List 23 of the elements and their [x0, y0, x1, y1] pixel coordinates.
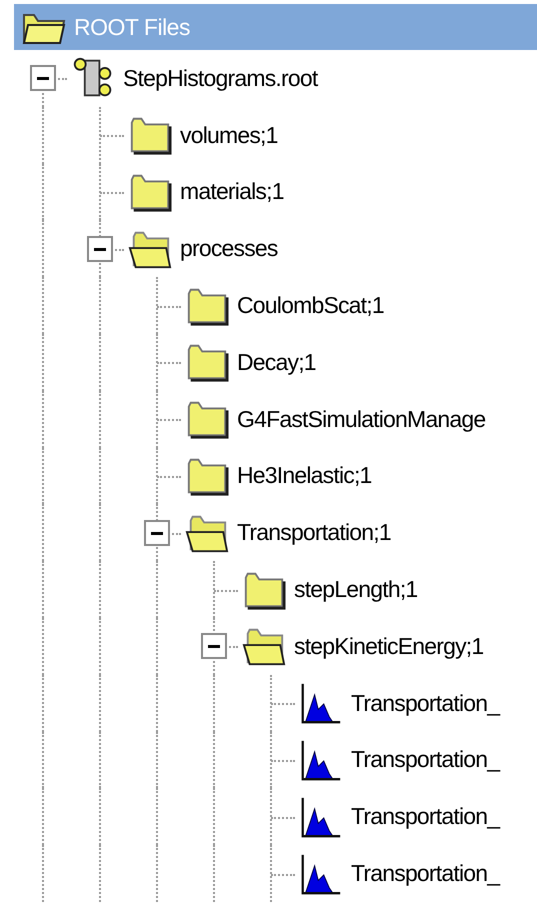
tree-item[interactable]: He3Inelastic;1: [237, 462, 372, 490]
tree-item[interactable]: Transportation_: [351, 803, 500, 830]
tree-item[interactable]: materials;1: [180, 178, 284, 206]
tree-item[interactable]: Transportation_: [351, 690, 500, 717]
tree-item[interactable]: G4FastSimulationManage: [237, 406, 486, 433]
tree-item[interactable]: processes: [180, 235, 278, 262]
tree-item[interactable]: stepLength;1: [294, 576, 418, 604]
tree-item[interactable]: StepHistograms.root: [123, 64, 318, 92]
histogram-icon: [299, 682, 343, 724]
collapse-toggle[interactable]: [144, 520, 170, 546]
tree-item[interactable]: Decay;1: [237, 348, 316, 376]
tree-item[interactable]: Transportation;1: [237, 519, 391, 546]
tree-item[interactable]: CoulombScat;1: [237, 292, 384, 320]
collapse-toggle[interactable]: [30, 65, 56, 92]
histogram-icon: [299, 796, 343, 838]
histogram-icon: [299, 738, 343, 781]
tree-item[interactable]: Transportation_: [351, 860, 500, 888]
collapse-toggle[interactable]: [87, 236, 113, 262]
tree-item[interactable]: volumes;1: [180, 122, 278, 149]
collapse-toggle[interactable]: [201, 633, 227, 660]
tree-item[interactable]: stepKineticEnergy;1: [294, 632, 484, 660]
tree-item[interactable]: Transportation_: [351, 746, 500, 774]
histogram-icon: [299, 852, 343, 895]
